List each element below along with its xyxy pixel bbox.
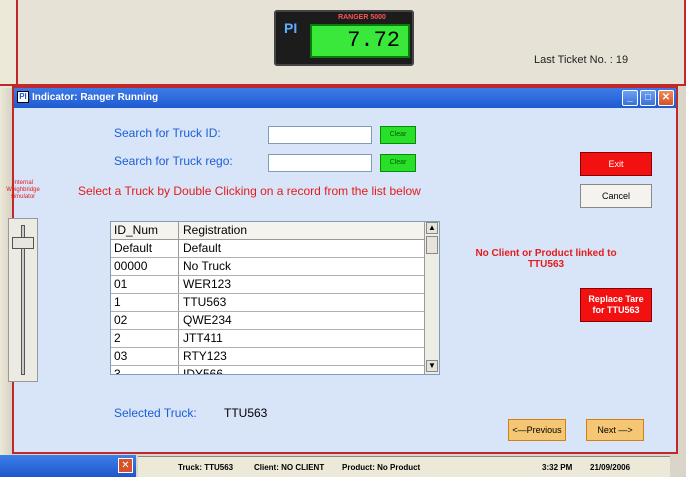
simulator-label: Internal Weighbridge simulator <box>6 180 40 200</box>
cell-registration: WER123 <box>183 277 232 291</box>
status-truck: Truck: TTU563 <box>178 463 234 472</box>
exit-button[interactable]: Exit <box>580 152 652 176</box>
cell-id: 03 <box>111 348 179 365</box>
scroll-thumb[interactable] <box>426 236 438 254</box>
truck-selection-window: PI Indicator: Ranger Running _ □ ✕ Searc… <box>12 86 678 454</box>
cell-id: 2 <box>111 330 179 347</box>
status-time: 3:32 PM <box>542 463 573 472</box>
truck-rego-input[interactable] <box>268 154 372 172</box>
list-scrollbar[interactable]: ▲ ▼ <box>424 222 439 374</box>
table-row[interactable]: 3 IDY566 <box>111 366 439 375</box>
table-row[interactable]: 01 WER123 <box>111 276 439 294</box>
cell-id: Default <box>111 240 179 257</box>
no-client-message: No Client or Product linked to TTU563 <box>446 248 646 270</box>
table-row[interactable]: 02 QWE234 <box>111 312 439 330</box>
table-row[interactable]: 00000 No Truck <box>111 258 439 276</box>
selected-truck-value: TTU563 <box>224 406 268 420</box>
slider-thumb[interactable] <box>12 237 34 249</box>
cell-registration: IDY566 <box>183 367 224 375</box>
weighbridge-simulator-slider[interactable] <box>8 218 38 382</box>
panel-corner <box>0 0 18 86</box>
clear-truck-id-button[interactable]: Clear <box>380 126 416 144</box>
status-bar: Truck: TTU563 Client: NO CLIENT Product:… <box>138 456 670 477</box>
table-row[interactable]: 1 TTU563 <box>111 294 439 312</box>
replace-tare-label-line1: Replace Tare <box>588 294 644 304</box>
clear-truck-rego-button[interactable]: Clear <box>380 154 416 172</box>
column-header-registration[interactable]: Registration <box>179 222 425 239</box>
window-titlebar: PI Indicator: Ranger Running _ □ ✕ <box>14 88 676 108</box>
cell-registration: No Truck <box>183 259 232 273</box>
maximize-button[interactable]: □ <box>640 90 656 106</box>
no-client-line1: No Client or Product linked to <box>475 248 617 259</box>
indicator-panel: PI RANGER 5000 7.72 Last Ticket No. : 19 <box>12 0 686 86</box>
cancel-button[interactable]: Cancel <box>580 184 652 208</box>
table-row[interactable]: 03 RTY123 <box>111 348 439 366</box>
selected-truck-label: Selected Truck: <box>114 406 197 420</box>
weight-reading: 7.72 <box>310 24 410 58</box>
window-app-icon: PI <box>17 91 29 103</box>
cell-registration: JTT411 <box>183 331 223 345</box>
no-client-line2: TTU563 <box>527 259 565 270</box>
weight-indicator: PI RANGER 5000 7.72 <box>274 10 414 66</box>
taskbar-close-icon[interactable]: ✕ <box>118 458 133 473</box>
column-header-id[interactable]: ID_Num <box>111 222 179 239</box>
close-button[interactable]: ✕ <box>658 90 674 106</box>
cell-id: 00000 <box>111 258 179 275</box>
cell-registration: Default <box>183 241 222 255</box>
truck-id-input[interactable] <box>268 126 372 144</box>
cell-id: 01 <box>111 276 179 293</box>
table-row[interactable]: Default Default <box>111 240 439 258</box>
cell-id: 02 <box>111 312 179 329</box>
table-row[interactable]: 2 JTT411 <box>111 330 439 348</box>
window-title: Indicator: Ranger Running <box>32 92 159 103</box>
minimize-button[interactable]: _ <box>622 90 638 106</box>
indicator-logo: PI <box>284 20 298 36</box>
truck-id-label: Search for Truck ID: <box>114 126 221 140</box>
cell-id: 1 <box>111 294 179 311</box>
cell-id: 3 <box>111 366 179 374</box>
status-date: 21/09/2006 <box>590 463 631 472</box>
scroll-down-icon[interactable]: ▼ <box>426 360 438 372</box>
next-button[interactable]: Next —> <box>586 419 644 441</box>
scroll-up-icon[interactable]: ▲ <box>426 222 438 234</box>
cell-registration: QWE234 <box>183 313 232 327</box>
replace-tare-label-line2: for TTU563 <box>592 305 640 315</box>
truck-list-header: ID_Num Registration <box>111 222 439 240</box>
cell-registration: RTY123 <box>183 349 227 363</box>
replace-tare-button[interactable]: Replace Tare for TTU563 <box>580 288 652 322</box>
instruction-text: Select a Truck by Double Clicking on a r… <box>78 184 421 198</box>
cell-registration: TTU563 <box>183 295 227 309</box>
status-client: Client: NO CLIENT <box>254 463 325 472</box>
indicator-brand: RANGER 5000 <box>338 14 386 21</box>
truck-rego-label: Search for Truck rego: <box>114 154 233 168</box>
previous-button[interactable]: <—Previous <box>508 419 566 441</box>
last-ticket-label: Last Ticket No. : 19 <box>534 54 629 66</box>
taskbar-strip: ✕ <box>0 455 136 477</box>
status-product: Product: No Product <box>342 463 421 472</box>
truck-list[interactable]: ID_Num Registration Default Default 00000… <box>110 221 440 375</box>
